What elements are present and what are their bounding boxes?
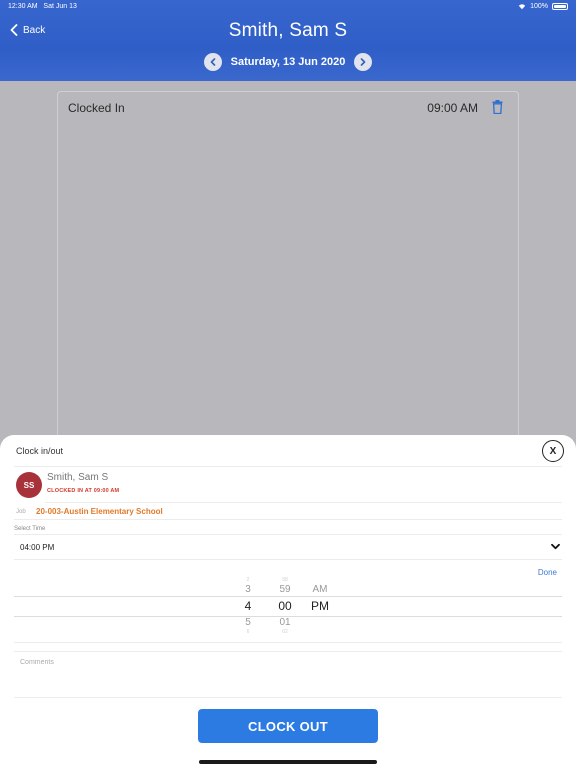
hour-option: 6 xyxy=(246,629,250,635)
divider xyxy=(14,466,562,467)
minute-option: 01 xyxy=(279,617,291,628)
job-label: Job xyxy=(16,509,26,515)
close-button[interactable]: X xyxy=(542,440,564,462)
comments-input[interactable]: Comments xyxy=(20,659,54,666)
divider xyxy=(14,651,562,652)
app-header: 12:30 AM Sat Jun 13 100% Back Smith, Sam… xyxy=(0,0,576,81)
clock-out-button[interactable]: CLOCK OUT xyxy=(198,709,378,743)
entry-label: Clocked In xyxy=(68,101,125,115)
sheet-title: Clock in/out xyxy=(16,446,64,456)
wifi-icon xyxy=(518,4,526,10)
hour-selected: 4 xyxy=(244,599,252,613)
divider xyxy=(14,534,562,535)
divider xyxy=(45,502,562,503)
minute-option: 02 xyxy=(282,629,288,635)
minute-wheel[interactable]: 58 59 00 01 02 xyxy=(274,577,296,635)
time-entry-card: Clocked In 09:00 AM xyxy=(57,91,519,451)
date-navigator: Saturday, 13 Jun 2020 xyxy=(0,53,576,71)
divider xyxy=(14,697,562,698)
clock-status: CLOCKED IN AT 09:00 AM xyxy=(47,488,120,494)
home-indicator xyxy=(199,760,377,764)
period-selected: PM xyxy=(311,599,329,613)
divider xyxy=(14,519,562,520)
select-time-field[interactable]: 04:00 PM xyxy=(20,543,54,552)
battery-icon xyxy=(552,3,568,10)
hour-option: 5 xyxy=(245,617,251,628)
status-right: 100% xyxy=(518,3,568,10)
job-value[interactable]: 20-003-Austin Elementary School xyxy=(36,507,163,516)
next-day-button[interactable] xyxy=(354,53,373,71)
trash-icon[interactable] xyxy=(492,100,503,114)
avatar: SS xyxy=(16,472,42,498)
minute-selected: 00 xyxy=(278,599,292,613)
employee-name: Smith, Sam S xyxy=(47,472,109,483)
chevron-right-icon xyxy=(361,58,366,66)
done-button[interactable]: Done xyxy=(538,568,557,577)
hour-wheel[interactable]: 2 3 4 5 6 xyxy=(238,577,258,635)
battery-percent: 100% xyxy=(530,3,548,10)
period-option: AM xyxy=(312,584,328,595)
chevron-down-icon[interactable] xyxy=(551,542,560,551)
current-date: Saturday, 13 Jun 2020 xyxy=(230,56,346,68)
page-title: Smith, Sam S xyxy=(228,20,348,41)
minute-option: 59 xyxy=(279,584,291,595)
divider xyxy=(14,559,562,560)
period-wheel[interactable]: AM PM xyxy=(308,577,332,616)
status-time: 12:30 AM Sat Jun 13 xyxy=(8,3,77,10)
divider xyxy=(14,642,562,643)
clock-in-out-sheet: Clock in/out X SS Smith, Sam S CLOCKED I… xyxy=(0,435,576,768)
status-bar: 12:30 AM Sat Jun 13 100% xyxy=(0,3,576,13)
hour-option: 3 xyxy=(245,584,251,595)
chevron-left-icon xyxy=(210,58,215,66)
previous-day-button[interactable] xyxy=(203,53,222,71)
select-time-label: Select Time xyxy=(14,526,46,532)
entry-time: 09:00 AM xyxy=(427,101,478,115)
time-picker[interactable]: 2 3 4 5 6 58 59 00 01 02 AM PM xyxy=(14,577,562,641)
